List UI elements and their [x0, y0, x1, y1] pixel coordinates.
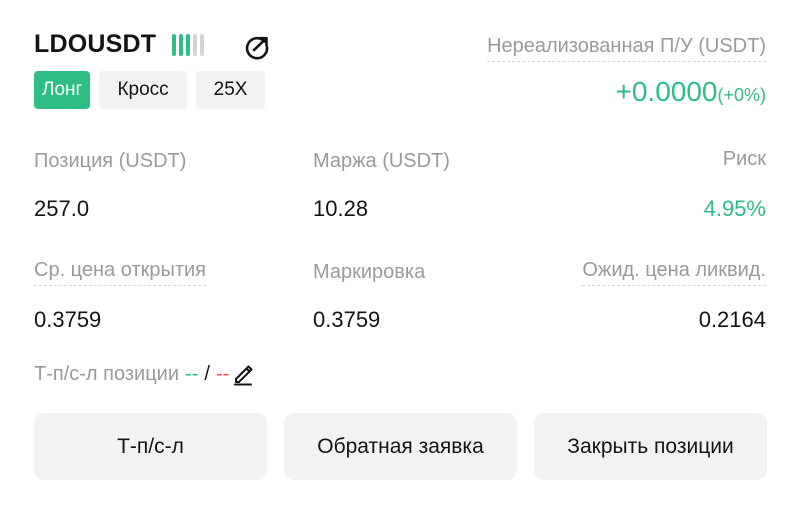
side-tag: Лонг — [34, 71, 91, 109]
position-label: Позиция (USDT) — [34, 150, 187, 172]
margin-value: 10.28 — [313, 196, 369, 221]
signal-bars-icon — [172, 34, 204, 56]
position-tpsl-row: Т-п/с-л позиции -- / -- — [34, 362, 255, 386]
position-tags: Лонг Кросс 25X — [34, 71, 266, 109]
margin-label: Маржа (USDT) — [313, 150, 450, 172]
unrealized-pnl-value: +0.0000 (+0%) — [615, 76, 766, 108]
pnl-amount: +0.0000 — [615, 76, 718, 107]
risk-label: Риск — [722, 148, 766, 170]
signal-bar — [179, 34, 183, 56]
entry-price-value: 0.3759 — [34, 307, 102, 332]
signal-bar — [193, 34, 197, 56]
signal-bar — [186, 34, 190, 56]
liquidation-price-value: 0.2164 — [698, 307, 766, 332]
share-icon[interactable] — [242, 32, 272, 62]
tpsl-separator: / — [204, 362, 210, 385]
entry-price-label[interactable]: Ср. цена открытия — [34, 259, 207, 286]
margin-mode-tag[interactable]: Кросс — [99, 71, 187, 109]
tpsl-button[interactable]: Т-п/с-л — [34, 413, 267, 480]
leverage-tag[interactable]: 25X — [195, 71, 266, 109]
tpsl-label: Т-п/с-л позиции — [34, 362, 180, 385]
risk-value: 4.95% — [703, 196, 766, 221]
symbol-title[interactable]: LDOUSDT — [34, 30, 156, 59]
signal-bar — [172, 34, 176, 56]
pnl-percent: (+0%) — [717, 85, 766, 105]
mark-price-label: Маркировка — [313, 261, 426, 283]
signal-bar — [200, 34, 204, 56]
reverse-order-button[interactable]: Обратная заявка — [284, 413, 517, 480]
mark-price-value: 0.3759 — [313, 307, 381, 332]
close-position-button[interactable]: Закрыть позиции — [534, 413, 767, 480]
position-value: 257.0 — [34, 196, 90, 221]
take-profit-value: -- — [185, 362, 199, 385]
stop-loss-value: -- — [215, 362, 230, 385]
unrealized-pnl-label[interactable]: Нереализованная П/У (USDT) — [487, 35, 766, 62]
liquidation-price-label[interactable]: Ожид. цена ликвид. — [582, 259, 766, 286]
pencil-edit-icon[interactable] — [231, 362, 255, 386]
